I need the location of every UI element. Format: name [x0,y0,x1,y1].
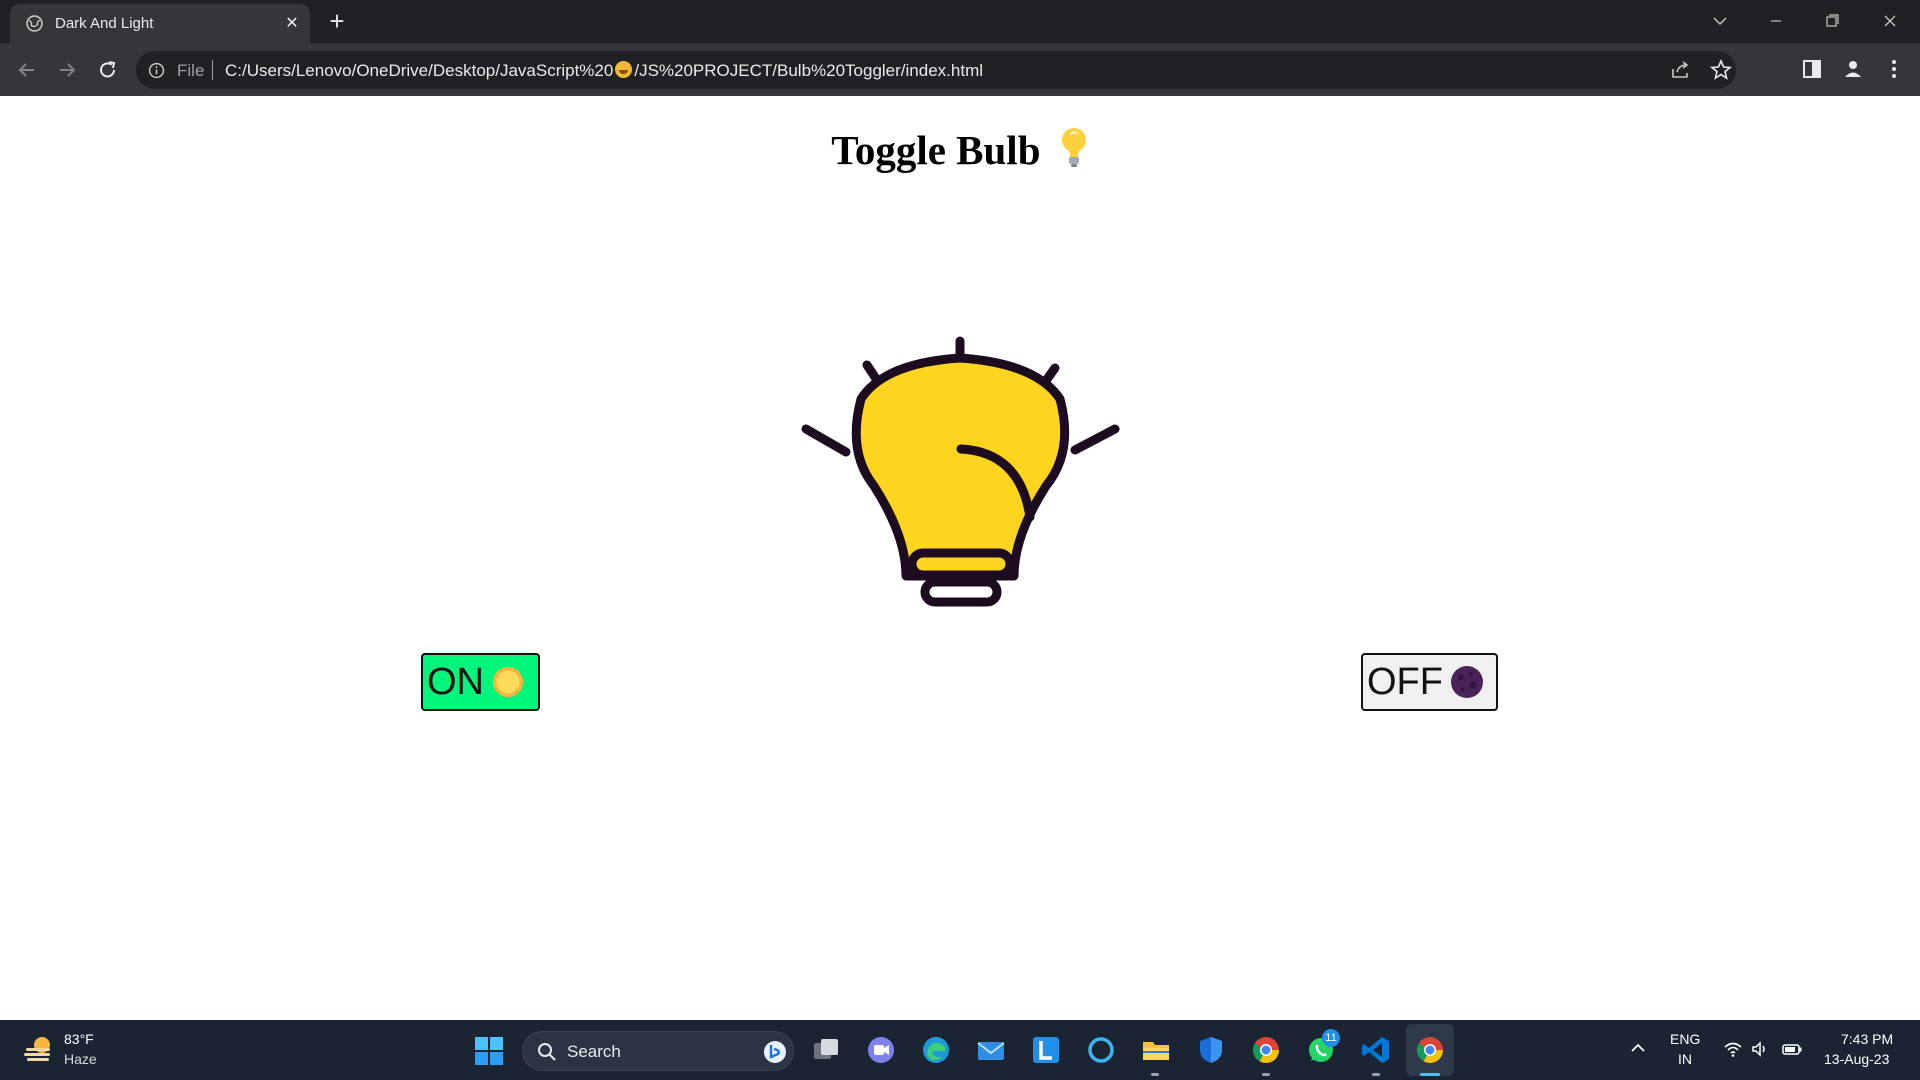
chevron-up-icon[interactable] [1628,1038,1648,1058]
omnibox-divider [212,60,213,80]
cortana-icon[interactable] [1085,1034,1117,1066]
url-text[interactable]: C:/Users/Lenovo/OneDrive/Desktop/JavaScr… [225,61,983,81]
search-icon [538,1043,556,1061]
chrome-icon[interactable] [1250,1034,1282,1066]
clock-date[interactable]: 13-Aug-23 [1824,1051,1889,1067]
mail-icon[interactable] [975,1034,1007,1066]
on-button[interactable]: ON [421,653,540,711]
language-region[interactable]: IN [1678,1051,1692,1067]
weather-condition: Haze [64,1051,97,1067]
off-button-label: OFF [1367,660,1443,703]
new-tab-button[interactable]: + [324,8,350,35]
url-part-1: C:/Users/Lenovo/OneDrive/Desktop/JavaScr… [225,61,614,80]
minimize-icon[interactable] [1762,8,1790,34]
scheme-label: File [177,61,205,80]
site-info-icon[interactable] [148,62,165,79]
wifi-icon[interactable] [1723,1039,1743,1059]
address-bar[interactable]: File C:/Users/Lenovo/OneDrive/Desktop/Ja… [136,51,1736,89]
running-indicator [1151,1073,1159,1076]
globe-icon [26,15,43,32]
restore-icon[interactable] [1818,8,1846,34]
menu-kebab-icon[interactable] [1882,57,1906,81]
taskbar-search-box[interactable]: Search [522,1031,794,1071]
tab-close-icon[interactable]: ✕ [282,14,302,34]
profile-icon[interactable] [1841,57,1865,81]
vscode-icon[interactable] [1360,1034,1392,1066]
defender-shield-icon[interactable] [1195,1034,1227,1066]
whatsapp-badge: 11 [1322,1029,1340,1047]
windows-start-icon[interactable] [474,1036,504,1066]
back-icon[interactable] [13,56,41,84]
reload-icon[interactable] [94,56,122,84]
l-app-icon[interactable] [1030,1034,1062,1066]
off-button[interactable]: OFF [1361,653,1498,711]
on-button-label: ON [427,660,484,703]
browser-tab[interactable]: Dark And Light ✕ [10,4,310,43]
url-part-2: /JS%20PROJECT/Bulb%20Toggler/index.html [634,61,984,80]
running-indicator [1372,1073,1380,1076]
tab-search-icon[interactable] [1706,8,1734,34]
emoji-face-icon [615,61,633,78]
edge-icon[interactable] [920,1034,952,1066]
sun-icon [493,667,523,697]
file-explorer-icon[interactable] [1140,1034,1172,1066]
weather-temperature: 83°F [64,1031,94,1047]
close-window-icon[interactable] [1876,8,1904,34]
active-indicator [1420,1073,1440,1076]
bing-icon[interactable] [763,1040,787,1064]
page-title-text: Toggle Bulb [831,127,1041,173]
side-panel-icon[interactable] [1800,57,1824,81]
page-title: Toggle Bulb [0,126,1920,174]
lightbulb-illustration [801,336,1120,607]
bookmark-star-icon[interactable] [1709,58,1733,82]
bulb-glass [851,353,1070,581]
teams-chat-icon[interactable] [865,1034,897,1066]
moon-icon [1450,666,1483,698]
forward-icon[interactable] [53,56,81,84]
weather-haze-icon[interactable] [22,1032,56,1066]
battery-icon[interactable] [1782,1039,1802,1059]
ray-right [1070,424,1120,455]
browser-tab-strip: Dark And Light ✕ + [0,0,1920,43]
language-code[interactable]: ENG [1670,1031,1700,1047]
chrome-active-icon[interactable] [1414,1034,1446,1066]
search-label: Search [567,1042,621,1061]
taskbar: 83°F Haze Search 11 ENG IN 7:43 PM 13-Au… [0,1020,1920,1080]
share-icon[interactable] [1669,58,1693,82]
browser-toolbar: File C:/Users/Lenovo/OneDrive/Desktop/Ja… [0,43,1920,96]
volume-icon[interactable] [1750,1039,1770,1059]
tab-title: Dark And Light [55,15,154,32]
page-viewport: Toggle Bulb ON OFF [0,96,1920,1020]
ray-left [801,424,851,457]
running-indicator [1262,1073,1270,1076]
clock-time[interactable]: 7:43 PM [1841,1031,1893,1047]
bulb-base-ring-2 [920,577,1002,607]
task-view-icon[interactable] [810,1034,842,1066]
lightbulb-emoji-icon [1061,128,1086,167]
